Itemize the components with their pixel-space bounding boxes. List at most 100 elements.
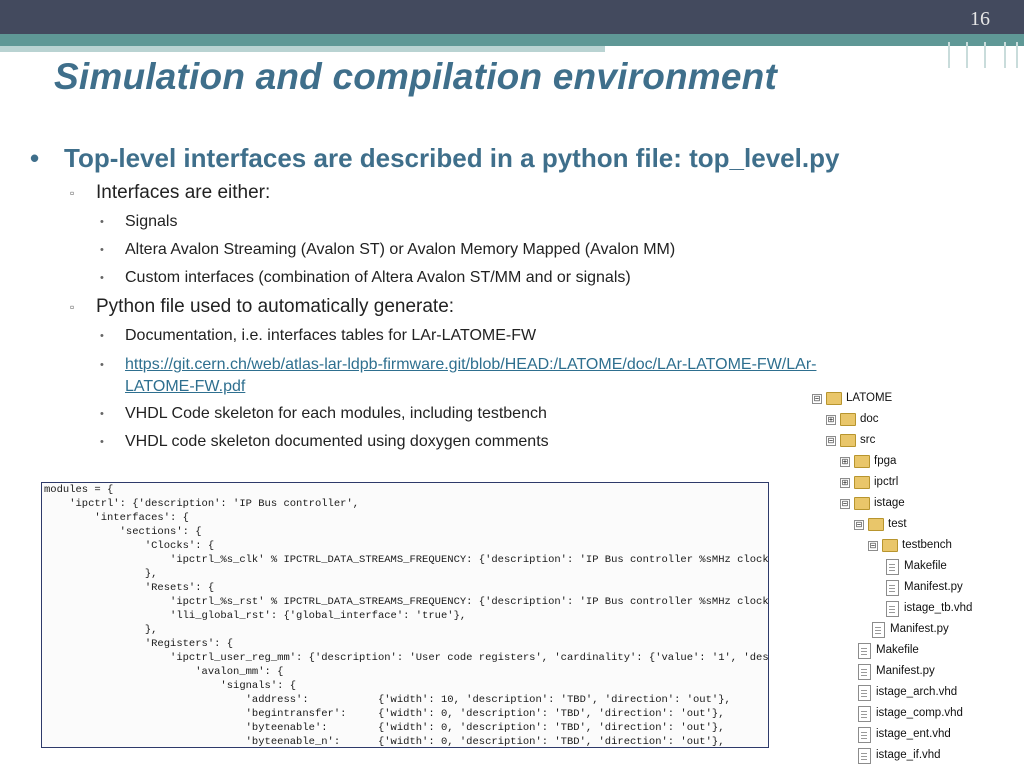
sub-bullet-text: Interfaces are either: (96, 182, 271, 203)
tree-item-label: istage_comp.vhd (876, 707, 963, 719)
tree-expander-icon[interactable]: ⊟ (826, 436, 836, 446)
code-line: 'begintransfer': {'width': 0, 'descripti… (44, 708, 725, 720)
code-line: 'address': {'width': 10, 'description': … (44, 694, 731, 706)
tree-item-label: testbench (902, 539, 952, 551)
tree-expander-icon[interactable]: ⊟ (868, 541, 878, 551)
tree-folder-item[interactable]: ⊟ src (812, 430, 1022, 451)
doc-link[interactable]: https://git.cern.ch/web/atlas-lar-ldpb-f… (125, 354, 970, 376)
tree-item-label: Makefile (904, 560, 947, 572)
file-icon (858, 748, 871, 764)
tree-folder-item[interactable]: ⊟ test (812, 514, 1022, 535)
tree-item-label: Manifest.py (890, 623, 949, 635)
tree-item-label: Makefile (876, 644, 919, 656)
file-icon (858, 685, 871, 701)
list-item-text: Documentation, i.e. interfaces tables fo… (125, 327, 537, 344)
slide-title: Simulation and compilation environment (54, 56, 777, 97)
code-line: 'Registers': { (44, 638, 234, 650)
dot-bullet-icon: • (100, 436, 104, 448)
tree-file-item[interactable]: Manifest.py (812, 619, 1022, 640)
code-line: 'ipctrl_user_reg_mm': {'description': 'U… (44, 652, 769, 664)
dot-bullet-icon: • (100, 216, 104, 228)
tree-expander-icon[interactable]: ⊞ (826, 415, 836, 425)
code-line: 'Clocks': { (44, 540, 215, 552)
code-line: 'avalon_mm': { (44, 666, 284, 678)
file-icon (886, 559, 899, 575)
tree-item-label: fpga (874, 455, 897, 467)
main-bullet: Top-level interfaces are described in a … (30, 138, 970, 178)
tree-item-label: istage_arch.vhd (876, 686, 958, 698)
tree-item-label: src (860, 434, 876, 446)
dot-bullet-icon: • (100, 272, 104, 284)
dot-bullet-icon: • (100, 330, 104, 342)
list-item-text: Altera Avalon Streaming (Avalon ST) or A… (125, 241, 676, 258)
folder-icon (840, 413, 856, 426)
slide-number: 16 (970, 8, 990, 30)
tree-file-item[interactable]: Manifest.py (812, 661, 1022, 682)
list-item: • Altera Avalon Streaming (Avalon ST) or … (30, 236, 970, 264)
tree-item-label: istage_tb.vhd (904, 602, 973, 614)
list-item-text: Custom interfaces (combination of Altera… (125, 269, 631, 286)
file-icon (858, 664, 871, 680)
tree-file-item[interactable]: Makefile (812, 556, 1022, 577)
tree-item-label: doc (860, 413, 879, 425)
folder-icon (826, 392, 842, 405)
tree-folder-item[interactable]: ⊞ fpga (812, 451, 1022, 472)
tree-item-label: istage (874, 497, 905, 509)
tree-folder-item[interactable]: ⊞ doc (812, 409, 1022, 430)
header-stripe (948, 42, 950, 68)
code-line: }, (44, 624, 158, 636)
code-line: 'interfaces': { (44, 512, 189, 524)
code-screenshot: modules = { 'ipctrl': {'description': 'I… (41, 482, 769, 748)
file-icon (872, 622, 885, 638)
tree-item-label: ipctrl (874, 476, 899, 488)
sub-bullet: ▫ Interfaces are either: (30, 178, 970, 208)
list-item-text: VHDL Code skeleton for each modules, inc… (125, 405, 547, 422)
code-line: 'Resets': { (44, 582, 215, 594)
tree-expander-icon[interactable]: ⊟ (840, 499, 850, 509)
code-line: 'byteenable': {'width': 0, 'description'… (44, 722, 725, 734)
tree-folder-item[interactable]: ⊟ istage (812, 493, 1022, 514)
folder-icon (854, 476, 870, 489)
tree-item-label: LATOME (846, 392, 893, 404)
header-stripe (1004, 42, 1006, 68)
tree-item-label: Manifest.py (904, 581, 963, 593)
tree-file-item[interactable]: istage_tb.vhd (812, 598, 1022, 619)
folder-icon (868, 518, 884, 531)
folder-icon (854, 455, 870, 468)
tree-file-item[interactable]: istage_ent.vhd (812, 724, 1022, 745)
tree-expander-icon[interactable]: ⊟ (812, 394, 822, 404)
list-item: • Signals (30, 208, 970, 236)
tree-folder-item[interactable]: ⊟ testbench (812, 535, 1022, 556)
tree-expander-icon[interactable]: ⊞ (840, 478, 850, 488)
header-stripe (984, 42, 986, 68)
folder-icon (882, 539, 898, 552)
tree-file-item[interactable]: istage_comp.vhd (812, 703, 1022, 724)
code-line: 'byteenable_n': {'width': 0, 'descriptio… (44, 736, 725, 748)
tree-folder-item[interactable]: ⊞ ipctrl (812, 472, 1022, 493)
tree-expander-icon[interactable]: ⊞ (840, 457, 850, 467)
tree-expander-icon[interactable]: ⊟ (854, 520, 864, 530)
dot-bullet-icon: • (100, 408, 104, 420)
tree-file-item[interactable]: istage_if.vhd (812, 745, 1022, 766)
folder-icon (840, 434, 856, 447)
tree-file-item[interactable]: Makefile (812, 640, 1022, 661)
tree-item-label: test (888, 518, 907, 530)
header-accent-bar (0, 34, 1024, 46)
tree-item-label: Manifest.py (876, 665, 935, 677)
sub-bullet: ▫ Python file used to automatically gener… (30, 292, 970, 322)
list-item-text: VHDL code skeleton documented using doxy… (125, 433, 549, 450)
tree-file-item[interactable]: Manifest.py (812, 577, 1022, 598)
tree-item-label: istage_ent.vhd (876, 728, 951, 740)
header-bar (0, 0, 1024, 34)
header-stripe (1016, 42, 1018, 68)
code-line: 'ipctrl_%s_clk' % IPCTRL_DATA_STREAMS_FR… (44, 554, 769, 566)
code-line: 'signals': { (44, 680, 297, 692)
header-stripe (966, 42, 968, 68)
folder-icon (854, 497, 870, 510)
tree-folder-item[interactable]: ⊟ LATOME (812, 388, 1022, 409)
code-line: 'ipctrl_%s_rst' % IPCTRL_DATA_STREAMS_FR… (44, 596, 769, 608)
code-line: 'ipctrl': {'description': 'IP Bus contro… (44, 498, 360, 510)
tree-file-item[interactable]: istage_arch.vhd (812, 682, 1022, 703)
file-icon (858, 643, 871, 659)
file-icon (886, 601, 899, 617)
